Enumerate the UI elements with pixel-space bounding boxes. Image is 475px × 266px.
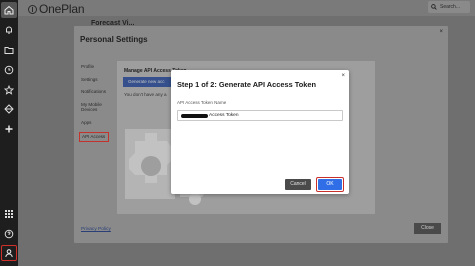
star-icon[interactable] [1,82,17,98]
generate-token-modal: × Step 1 of 2: Generate API Access Token… [171,70,349,194]
nav-item-profile[interactable]: Profile [81,64,113,70]
nav-item-settings[interactable]: Settings [81,77,113,83]
modal-close-icon[interactable]: × [341,73,345,79]
oneplan-logo[interactable]: OnePlan [28,2,85,16]
ok-button-highlight: OK [316,177,344,192]
redacted-text [181,114,208,118]
nav-item-notifications[interactable]: Notifications [81,89,113,95]
privacy-policy-link[interactable]: Privacy Policy [81,227,111,232]
folder-icon[interactable] [1,42,17,58]
token-name-label: API Access Token Name [177,100,227,105]
bell-icon[interactable] [1,22,17,38]
token-name-input[interactable]: Access Token [177,110,343,121]
close-button[interactable]: Close [414,223,441,234]
settings-nav: Profile Settings Notifications My Mobile… [79,64,113,149]
generate-token-button[interactable]: Generate new acc [123,77,177,87]
logo-text: OnePlan [39,2,85,16]
settings-close-icon[interactable]: × [439,29,443,35]
network-icon[interactable] [1,101,17,117]
clock-icon[interactable] [1,62,17,78]
modal-title: Step 1 of 2: Generate API Access Token [177,80,316,89]
search-icon [431,4,437,10]
left-rail [0,0,18,266]
home-icon[interactable] [1,2,17,18]
cancel-button[interactable]: Cancel [285,179,311,190]
nav-item-api-access[interactable]: API Access [79,132,109,142]
search-placeholder: Search... [440,4,461,10]
help-icon[interactable] [1,226,17,242]
token-name-value: Access Token [209,113,239,118]
user-profile-icon[interactable] [1,245,17,261]
nav-item-apps[interactable]: Apps [81,120,113,126]
nav-item-mobile-devices[interactable]: My Mobile Devices [81,102,113,113]
settings-title: Personal Settings [80,35,148,44]
add-icon[interactable] [1,121,17,137]
top-bar [18,0,475,16]
search-box[interactable]: Search... [428,1,470,13]
empty-state-text: You don't have any a [124,92,167,97]
oneplan-logo-icon [28,4,37,14]
apps-grid-icon[interactable] [1,206,17,222]
ok-button[interactable]: OK [318,179,342,190]
